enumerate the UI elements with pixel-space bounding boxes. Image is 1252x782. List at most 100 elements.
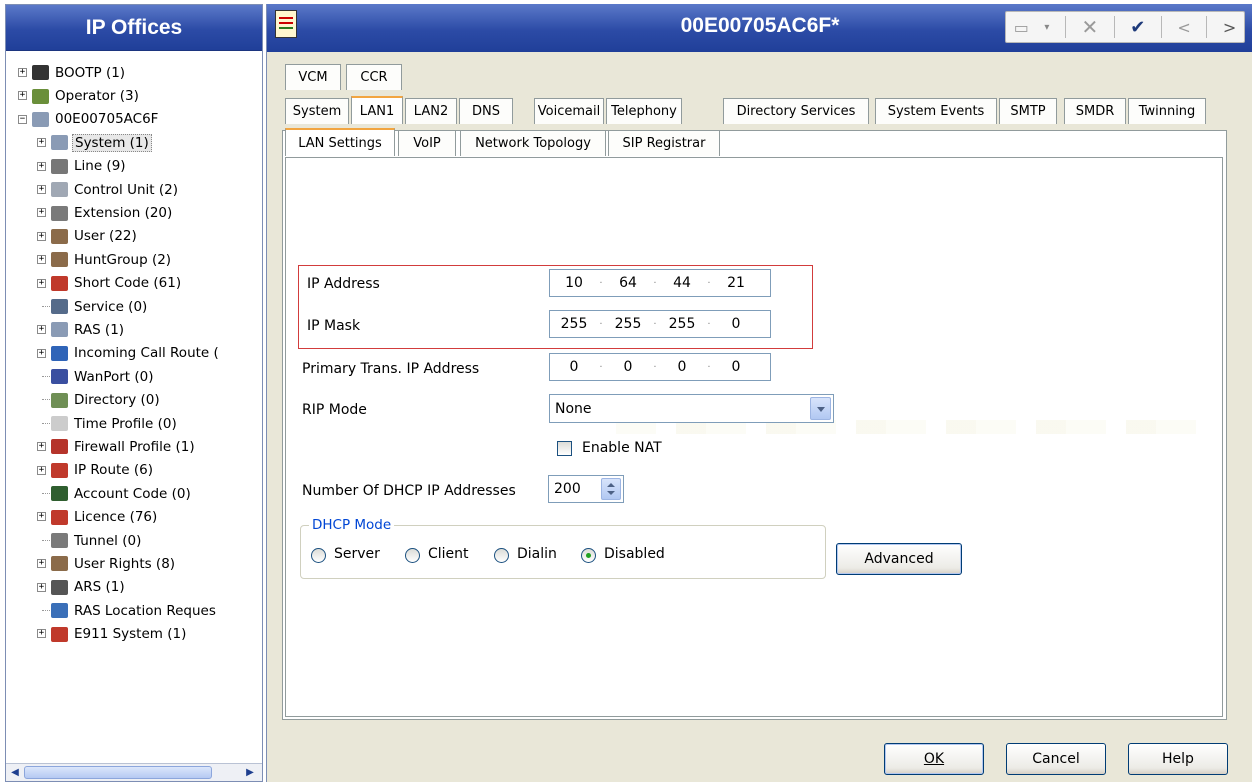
tree-item[interactable]: WanPort (0) [6, 365, 262, 388]
ip-address-field[interactable]: 10 · 64 · 44 · 21 [549, 269, 771, 297]
expand-icon[interactable]: + [37, 231, 46, 241]
expand-icon[interactable]: + [37, 255, 46, 265]
help-button[interactable]: Help [1128, 743, 1228, 775]
tree-item[interactable]: − 00E00705AC6F [6, 108, 262, 131]
ip-mask-field[interactable]: 255 · 255 · 255 · 0 [549, 310, 771, 338]
collapse-icon[interactable]: − [18, 114, 27, 124]
expand-icon[interactable]: + [37, 325, 46, 335]
tree-item[interactable]: + Line (9) [6, 155, 262, 178]
tree-item[interactable]: Time Profile (0) [6, 412, 262, 435]
tree-item[interactable]: Tunnel (0) [6, 529, 262, 552]
tab-lan2[interactable]: LAN2 [405, 98, 457, 124]
expand-icon[interactable]: + [37, 278, 46, 288]
tree-item[interactable]: + Operator (3) [6, 84, 262, 107]
expand-icon[interactable]: + [37, 629, 46, 639]
tree-item[interactable]: + User Rights (8) [6, 552, 262, 575]
tab-smdr[interactable]: SMDR [1064, 98, 1126, 124]
tree-item[interactable]: + Licence (76) [6, 505, 262, 528]
tab-system[interactable]: System [285, 98, 349, 124]
tree-item[interactable]: Service (0) [6, 295, 262, 318]
radio-disabled[interactable] [581, 548, 596, 563]
expand-icon[interactable]: + [37, 138, 46, 148]
previous-icon[interactable]: < [1177, 18, 1190, 37]
tab-dns[interactable]: DNS [459, 98, 513, 124]
bootp-icon [32, 65, 49, 81]
radio-client[interactable] [405, 548, 420, 563]
expand-icon[interactable]: + [37, 442, 46, 452]
ok-button[interactable]: OK [884, 743, 984, 775]
expand-icon[interactable]: + [18, 68, 27, 77]
tab-voicemail[interactable]: Voicemail [534, 98, 604, 124]
tree-item-label: Short Code (61) [74, 275, 182, 292]
tree-item[interactable]: + HuntGroup (2) [6, 248, 262, 271]
ok-label: OK [923, 751, 945, 767]
expand-icon[interactable]: + [37, 559, 46, 569]
tree-item[interactable]: + System (1) [6, 131, 262, 154]
scroll-thumb[interactable] [24, 766, 212, 779]
expand-icon[interactable]: + [37, 184, 46, 194]
subtab-network-topology[interactable]: Network Topology [460, 130, 606, 156]
expand-icon[interactable]: + [37, 208, 46, 218]
spin-arrows-icon[interactable] [601, 478, 621, 500]
expand-icon[interactable]: + [37, 348, 46, 358]
advanced-button[interactable]: Advanced [836, 543, 962, 575]
radio-server[interactable] [311, 548, 326, 563]
expand-icon[interactable]: + [37, 465, 46, 475]
tab-smtp[interactable]: SMTP [999, 98, 1057, 124]
horizontal-scrollbar[interactable]: ◀ ▶ [6, 763, 262, 781]
tree-item[interactable]: + Control Unit (2) [6, 178, 262, 201]
tab-twinning[interactable]: Twinning [1128, 98, 1206, 124]
cancel-button[interactable]: Cancel [1006, 743, 1106, 775]
tree-item[interactable]: Directory (0) [6, 388, 262, 411]
user-rights-icon [51, 556, 68, 572]
tree-item[interactable]: Account Code (0) [6, 482, 262, 505]
dhcp-count-stepper[interactable]: 200 [548, 475, 624, 503]
expand-icon[interactable]: + [37, 582, 46, 592]
tree-item[interactable]: + E911 System (1) [6, 622, 262, 645]
radio-dialin[interactable] [494, 548, 509, 563]
delete-icon[interactable]: ✕ [1081, 15, 1098, 39]
tab-directory-services[interactable]: Directory Services [723, 98, 869, 124]
tree-item[interactable]: + User (22) [6, 225, 262, 248]
enable-nat-checkbox[interactable] [557, 441, 572, 456]
tab-system-events[interactable]: System Events [875, 98, 997, 124]
tree-item[interactable]: + IP Route (6) [6, 459, 262, 482]
expand-icon[interactable]: + [18, 91, 27, 101]
pane-title: IP Offices [6, 5, 262, 51]
expand-icon[interactable]: + [37, 512, 46, 522]
next-icon[interactable]: > [1223, 18, 1236, 37]
subtab-sip-registrar[interactable]: SIP Registrar [608, 130, 720, 156]
tree-item[interactable]: + BOOTP (1) [6, 61, 262, 84]
dropdown-icon[interactable]: ▾ [1044, 22, 1049, 33]
tree-item[interactable]: RAS Location Reques [6, 599, 262, 622]
tab-ccr[interactable]: CCR [346, 64, 402, 90]
account-code-icon [51, 486, 68, 502]
tree-item[interactable]: + Firewall Profile (1) [6, 435, 262, 458]
ras-location-request-icon [51, 603, 68, 619]
new-config-icon[interactable]: ▭ [1014, 18, 1029, 37]
tree-item[interactable]: + Extension (20) [6, 201, 262, 224]
tree-item[interactable]: + Short Code (61) [6, 272, 262, 295]
tree-item-label: BOOTP (1) [55, 64, 126, 81]
enable-nat-label: Enable NAT [582, 440, 662, 456]
service-icon [51, 299, 68, 315]
tab-telephony[interactable]: Telephony [606, 98, 682, 124]
subtab-voip[interactable]: VoIP [398, 130, 456, 156]
cancel-label: Cancel [1032, 751, 1080, 767]
scroll-right-icon[interactable]: ▶ [242, 766, 258, 779]
scroll-left-icon[interactable]: ◀ [7, 766, 23, 779]
subtab-lan-settings[interactable]: LAN Settings [285, 128, 395, 156]
rip-mode-select[interactable]: None [549, 394, 834, 423]
tree-item-label: ARS (1) [74, 579, 125, 596]
tab-lan1[interactable]: LAN1 [351, 96, 403, 124]
primary-trans-ip-field[interactable]: 0 · 0 · 0 · 0 [549, 353, 771, 381]
tree-item[interactable]: + RAS (1) [6, 318, 262, 341]
tree-item[interactable]: + ARS (1) [6, 576, 262, 599]
validate-check-icon[interactable]: ✔ [1130, 17, 1145, 38]
config-tree[interactable]: + BOOTP (1) + Operator (3) − 00E00705AC6F + Sys… [6, 61, 262, 646]
tree-item[interactable]: + Incoming Call Route ( [6, 342, 262, 365]
expand-icon[interactable]: + [37, 161, 46, 171]
tab-vcm[interactable]: VCM [285, 64, 341, 90]
dhcp-count-value: 200 [554, 481, 581, 497]
chevron-down-icon[interactable] [810, 397, 831, 420]
